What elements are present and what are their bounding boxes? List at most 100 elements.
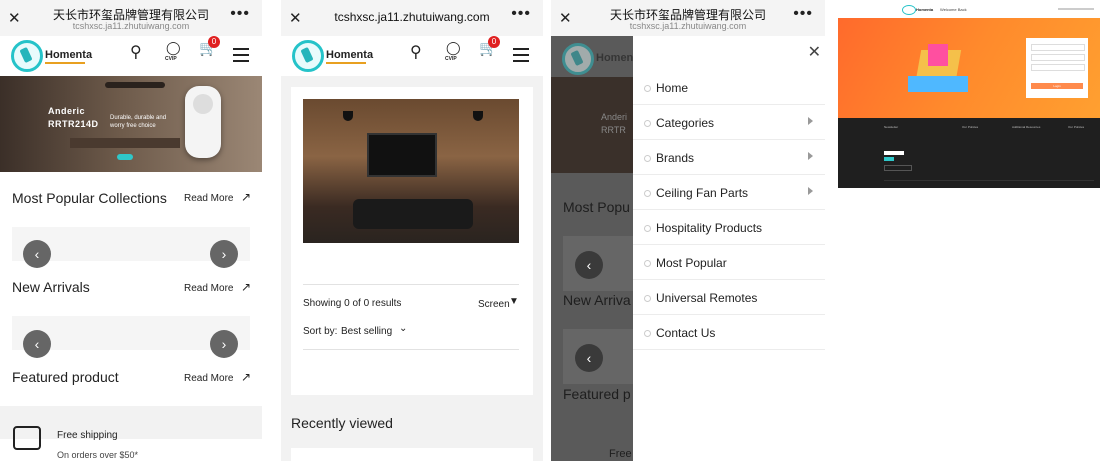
arrow-ne-icon[interactable]: ↗ [241,370,251,384]
side-menu: ✕ Home Categories Brands Ceiling Fan Par… [633,36,825,461]
more-icon[interactable]: ••• [230,5,250,23]
footer-col-title: Our Policies [1068,125,1085,129]
prev-arrow-icon[interactable]: ‹ [23,240,51,268]
read-more-link[interactable]: Read More [184,373,233,384]
divider [303,349,519,350]
tv-graphic [367,133,437,177]
illus-cart [908,76,968,92]
site-header: Homenta ⚲ ◯ CVIP 🛒 0 [281,36,543,76]
account-icon[interactable]: ◯ [166,40,181,56]
bullet-icon [644,120,651,127]
menu-item-home[interactable]: Home [633,71,825,105]
sort-label: Sort by: [303,326,338,337]
search-icon[interactable]: ⚲ [410,42,422,62]
shipping-sub: On orders over $50* [57,450,139,460]
read-more-link[interactable]: Read More [184,193,233,204]
ghost-hero-brand: Anderi [601,112,628,122]
more-icon[interactable]: ••• [793,5,813,23]
screen-menu: ✕ 天长市环玺品牌管理有限公司 tcshxsc.ja11.zhutuiwang.… [551,0,825,461]
menu-item-label: Home [656,81,689,95]
subscribe-button[interactable] [884,157,894,161]
lamp-graphic [473,111,483,121]
logo[interactable]: Homenta [11,39,93,72]
browser-bar: ✕ 天长市环玺品牌管理有限公司 tcshxsc.ja11.zhutuiwang.… [551,0,825,36]
dimmed-overlay[interactable]: Homenta Anderi RRTR Most Popu ‹ New Arri… [551,36,643,461]
hero-model: RRTR214D [48,119,99,129]
next-arrow-icon[interactable]: › [210,330,238,358]
browser-url: tcshxsc.ja11.zhutuiwang.com [334,10,490,24]
password-field[interactable] [1031,54,1085,61]
menu-item-label: Universal Remotes [656,291,758,305]
prev-arrow-icon: ‹ [575,251,603,279]
ghost-popular: Most Popu [563,199,630,215]
hero-brand: Anderic [48,106,86,116]
menu-item-label: Brands [656,151,695,165]
account-icon[interactable]: ◯ [446,40,461,56]
screen-filter-label[interactable]: Screen [478,299,510,310]
cart-badge: 0 [208,36,220,48]
browser-bar: ✕ tcshxsc.ja11.zhutuiwang.com ••• [281,0,543,36]
chevron-right-icon[interactable] [808,152,813,160]
filter-icon[interactable]: ▼ [509,296,519,307]
divider [884,180,1094,181]
menu-icon[interactable] [233,48,249,66]
bullet-icon [644,260,651,267]
menu-item-contact[interactable]: Contact Us [633,316,825,350]
bullet-icon [644,85,651,92]
logo-text: Homenta [916,7,934,12]
menu-item-brands[interactable]: Brands [633,141,825,175]
menu-item-ceiling-fan-parts[interactable]: Ceiling Fan Parts [633,176,825,210]
footer-col-title: Newsletter [884,125,899,129]
menu-item-most-popular[interactable]: Most Popular [633,246,825,280]
prev-arrow-icon: ‹ [575,344,603,372]
login-banner: Login [838,18,1100,118]
logo-text: Homenta [45,49,93,61]
menu-icon[interactable] [513,48,529,66]
language-select[interactable] [884,165,912,171]
header-links[interactable] [1058,8,1094,10]
menu-item-label: Contact Us [656,326,716,340]
captcha-field[interactable] [1031,64,1085,71]
arrow-ne-icon[interactable]: ↗ [241,190,251,204]
screen-category: ✕ tcshxsc.ja11.zhutuiwang.com ••• Homent… [281,0,543,461]
menu-item-universal-remotes[interactable]: Universal Remotes [633,281,825,315]
hero-banner[interactable]: Anderic RRTR214D Durable, durable and wo… [0,76,262,172]
close-menu-icon[interactable]: ✕ [808,42,821,62]
chevron-right-icon[interactable] [808,117,813,125]
menu-item-label: Most Popular [656,256,727,270]
more-icon[interactable]: ••• [511,5,531,23]
chevron-down-icon[interactable]: ⌄ [399,323,407,334]
prev-arrow-icon[interactable]: ‹ [23,330,51,358]
table-graphic [70,138,180,148]
logo-underline [45,62,85,64]
illus-phone [928,44,948,66]
sort-select[interactable]: Best selling [341,326,392,337]
search-icon[interactable]: ⚲ [130,42,142,62]
menu-item-hospitality[interactable]: Hospitality Products [633,211,825,245]
hero-button[interactable] [117,154,133,160]
login-button[interactable]: Login [1031,83,1083,89]
newsletter-input[interactable] [884,151,904,155]
read-more-link[interactable]: Read More [184,283,233,294]
arrow-ne-icon[interactable]: ↗ [241,280,251,294]
logo-text: Homenta [326,49,374,61]
ghost-featured: Featured p [563,386,631,402]
footer-col-title: Additional Resources [1012,125,1041,129]
next-arrow-icon[interactable]: › [210,240,238,268]
category-card: Showing 0 of 0 results Screen ▼ Sort by:… [291,87,533,395]
shipping-title: Free shipping [57,430,118,441]
logo[interactable]: Homenta [292,39,374,72]
account-label: CVIP [165,56,177,62]
footer-col-title: Our Policies [962,125,979,129]
logo-remote-icon [292,40,324,72]
chevron-right-icon[interactable] [808,187,813,195]
bullet-icon [644,190,651,197]
new-arrivals-title: New Arrivals [12,279,90,295]
screen-home: ✕ 天长市环玺品牌管理有限公司 tcshxsc.ja11.zhutuiwang.… [0,0,262,461]
ghost-hero-model: RRTR [601,125,626,135]
menu-item-label: Hospitality Products [656,221,763,235]
menu-item-categories[interactable]: Categories [633,106,825,140]
results-count: Showing 0 of 0 results [303,298,402,309]
browser-url: tcshxsc.ja11.zhutuiwang.com [72,21,190,31]
email-field[interactable] [1031,44,1085,51]
